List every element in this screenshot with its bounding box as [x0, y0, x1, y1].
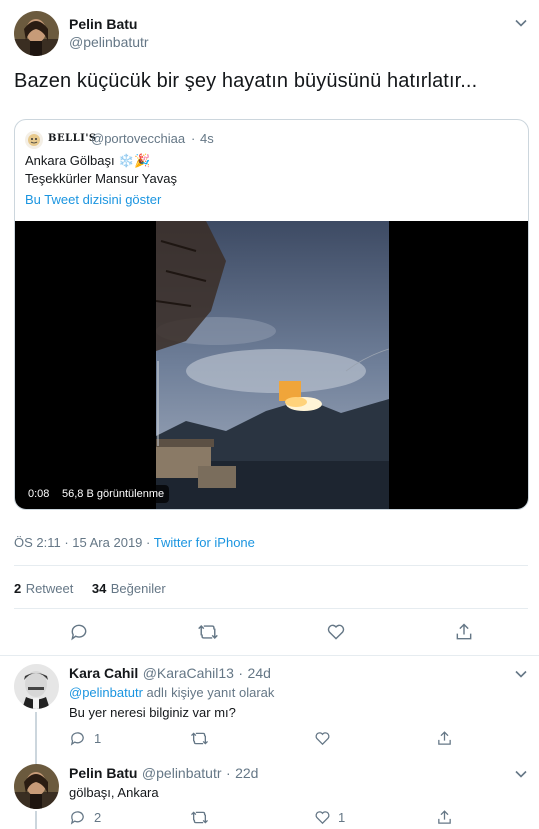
reply-1-reply-count: 1	[94, 731, 102, 746]
video-player[interactable]: 0:08 56,8 B görüntülenme	[15, 221, 528, 509]
thread-line	[35, 811, 37, 829]
retweet-count[interactable]: 2	[14, 581, 21, 596]
tweet-timestamp[interactable]: ÖS 2:11 · 15 Ara 2019	[14, 535, 142, 550]
reply-1-like-icon[interactable]	[314, 730, 331, 747]
show-thread-link[interactable]: Bu Tweet dizisini göster	[25, 192, 161, 207]
reply-2-share-icon[interactable]	[436, 809, 453, 826]
quoted-brand: BELLI'S	[48, 133, 97, 144]
reply-1-share-icon[interactable]	[436, 730, 453, 747]
divider	[14, 565, 528, 566]
reply-2-separator: ·	[225, 765, 231, 781]
like-icon[interactable]	[326, 622, 346, 642]
reply-1-handle[interactable]: @KaraCahil13	[143, 665, 234, 681]
reply-2-like-icon[interactable]	[314, 809, 331, 826]
reply-1-separator: ·	[238, 665, 244, 681]
reply-2-handle[interactable]: @pelinbatutr	[142, 765, 222, 781]
stats-row: 2 Retweet 34 Beğeniler	[14, 580, 166, 598]
reply-2-text: gölbaşı, Ankara	[69, 785, 159, 800]
like-label[interactable]: Beğeniler	[111, 581, 166, 596]
reply-2-reply-count: 2	[94, 810, 102, 825]
like-count[interactable]: 34	[92, 581, 106, 596]
reply-to-handle[interactable]: @pelinbatutr	[69, 685, 143, 700]
video-duration: 0:08	[23, 485, 55, 503]
quoted-tweet-card[interactable]: BELLI'S @portovecchiaa · 4s Ankara Gölba…	[14, 119, 529, 510]
timestamp-row: ÖS 2:11 · 15 Ara 2019 · Twitter for iPho…	[14, 535, 255, 550]
chevron-down-icon[interactable]	[514, 767, 528, 786]
author-handle[interactable]: @pelinbatutr	[69, 34, 149, 50]
reply-1-avatar[interactable]	[14, 664, 59, 709]
tweet-source[interactable]: Twitter for iPhone	[154, 535, 255, 550]
reply-2-retweet-icon[interactable]	[190, 809, 209, 826]
reply-1-retweet-icon[interactable]	[190, 730, 209, 747]
video-frame	[156, 221, 389, 509]
thread-line	[35, 712, 37, 764]
reply-to-suffix: adlı kişiye yanıt olarak	[142, 685, 275, 700]
chevron-down-icon[interactable]	[514, 667, 528, 686]
reply-icon[interactable]	[69, 622, 89, 642]
retweet-icon[interactable]	[197, 622, 219, 642]
reply-1-time[interactable]: 24d	[248, 665, 271, 681]
reply-2-avatar[interactable]	[14, 764, 59, 809]
video-views: 56,8 B görüntülenme	[57, 485, 170, 503]
reply-1-text: Bu yer neresi bilginiz var mı?	[69, 705, 236, 720]
reply-2-reply-icon[interactable]	[69, 809, 86, 826]
author-avatar[interactable]	[14, 11, 59, 56]
quoted-avatar	[25, 131, 43, 149]
divider	[0, 655, 539, 656]
reply-1-name[interactable]: Kara Cahil	[69, 665, 138, 681]
quoted-time: 4s	[200, 131, 214, 146]
author-name[interactable]: Pelin Batu	[69, 16, 137, 32]
quoted-handle: @portovecchiaa	[91, 131, 186, 146]
divider	[14, 608, 528, 609]
share-icon[interactable]	[454, 622, 474, 642]
reply-2-name[interactable]: Pelin Batu	[69, 765, 137, 781]
quoted-line-2: Teşekkürler Mansur Yavaş	[25, 171, 177, 186]
source-separator: ·	[142, 535, 154, 550]
reply-1-context: @pelinbatutr adlı kişiye yanıt olarak	[69, 685, 274, 700]
tweet-text: Bazen küçücük bir şey hayatın büyüsünü h…	[14, 70, 478, 92]
reply-2-header: Pelin Batu @pelinbatutr · 22d	[69, 765, 258, 783]
reply-2-like-count: 1	[338, 810, 346, 825]
quoted-separator: ·	[191, 131, 196, 146]
chevron-down-icon[interactable]	[514, 16, 528, 35]
reply-2-time[interactable]: 22d	[235, 765, 258, 781]
retweet-label[interactable]: Retweet	[26, 581, 74, 596]
quoted-line-1: Ankara Gölbaşı ❄️🎉	[25, 153, 151, 168]
reply-1-reply-icon[interactable]	[69, 730, 86, 747]
reply-1-header: Kara Cahil @KaraCahil13 · 24d	[69, 665, 271, 683]
